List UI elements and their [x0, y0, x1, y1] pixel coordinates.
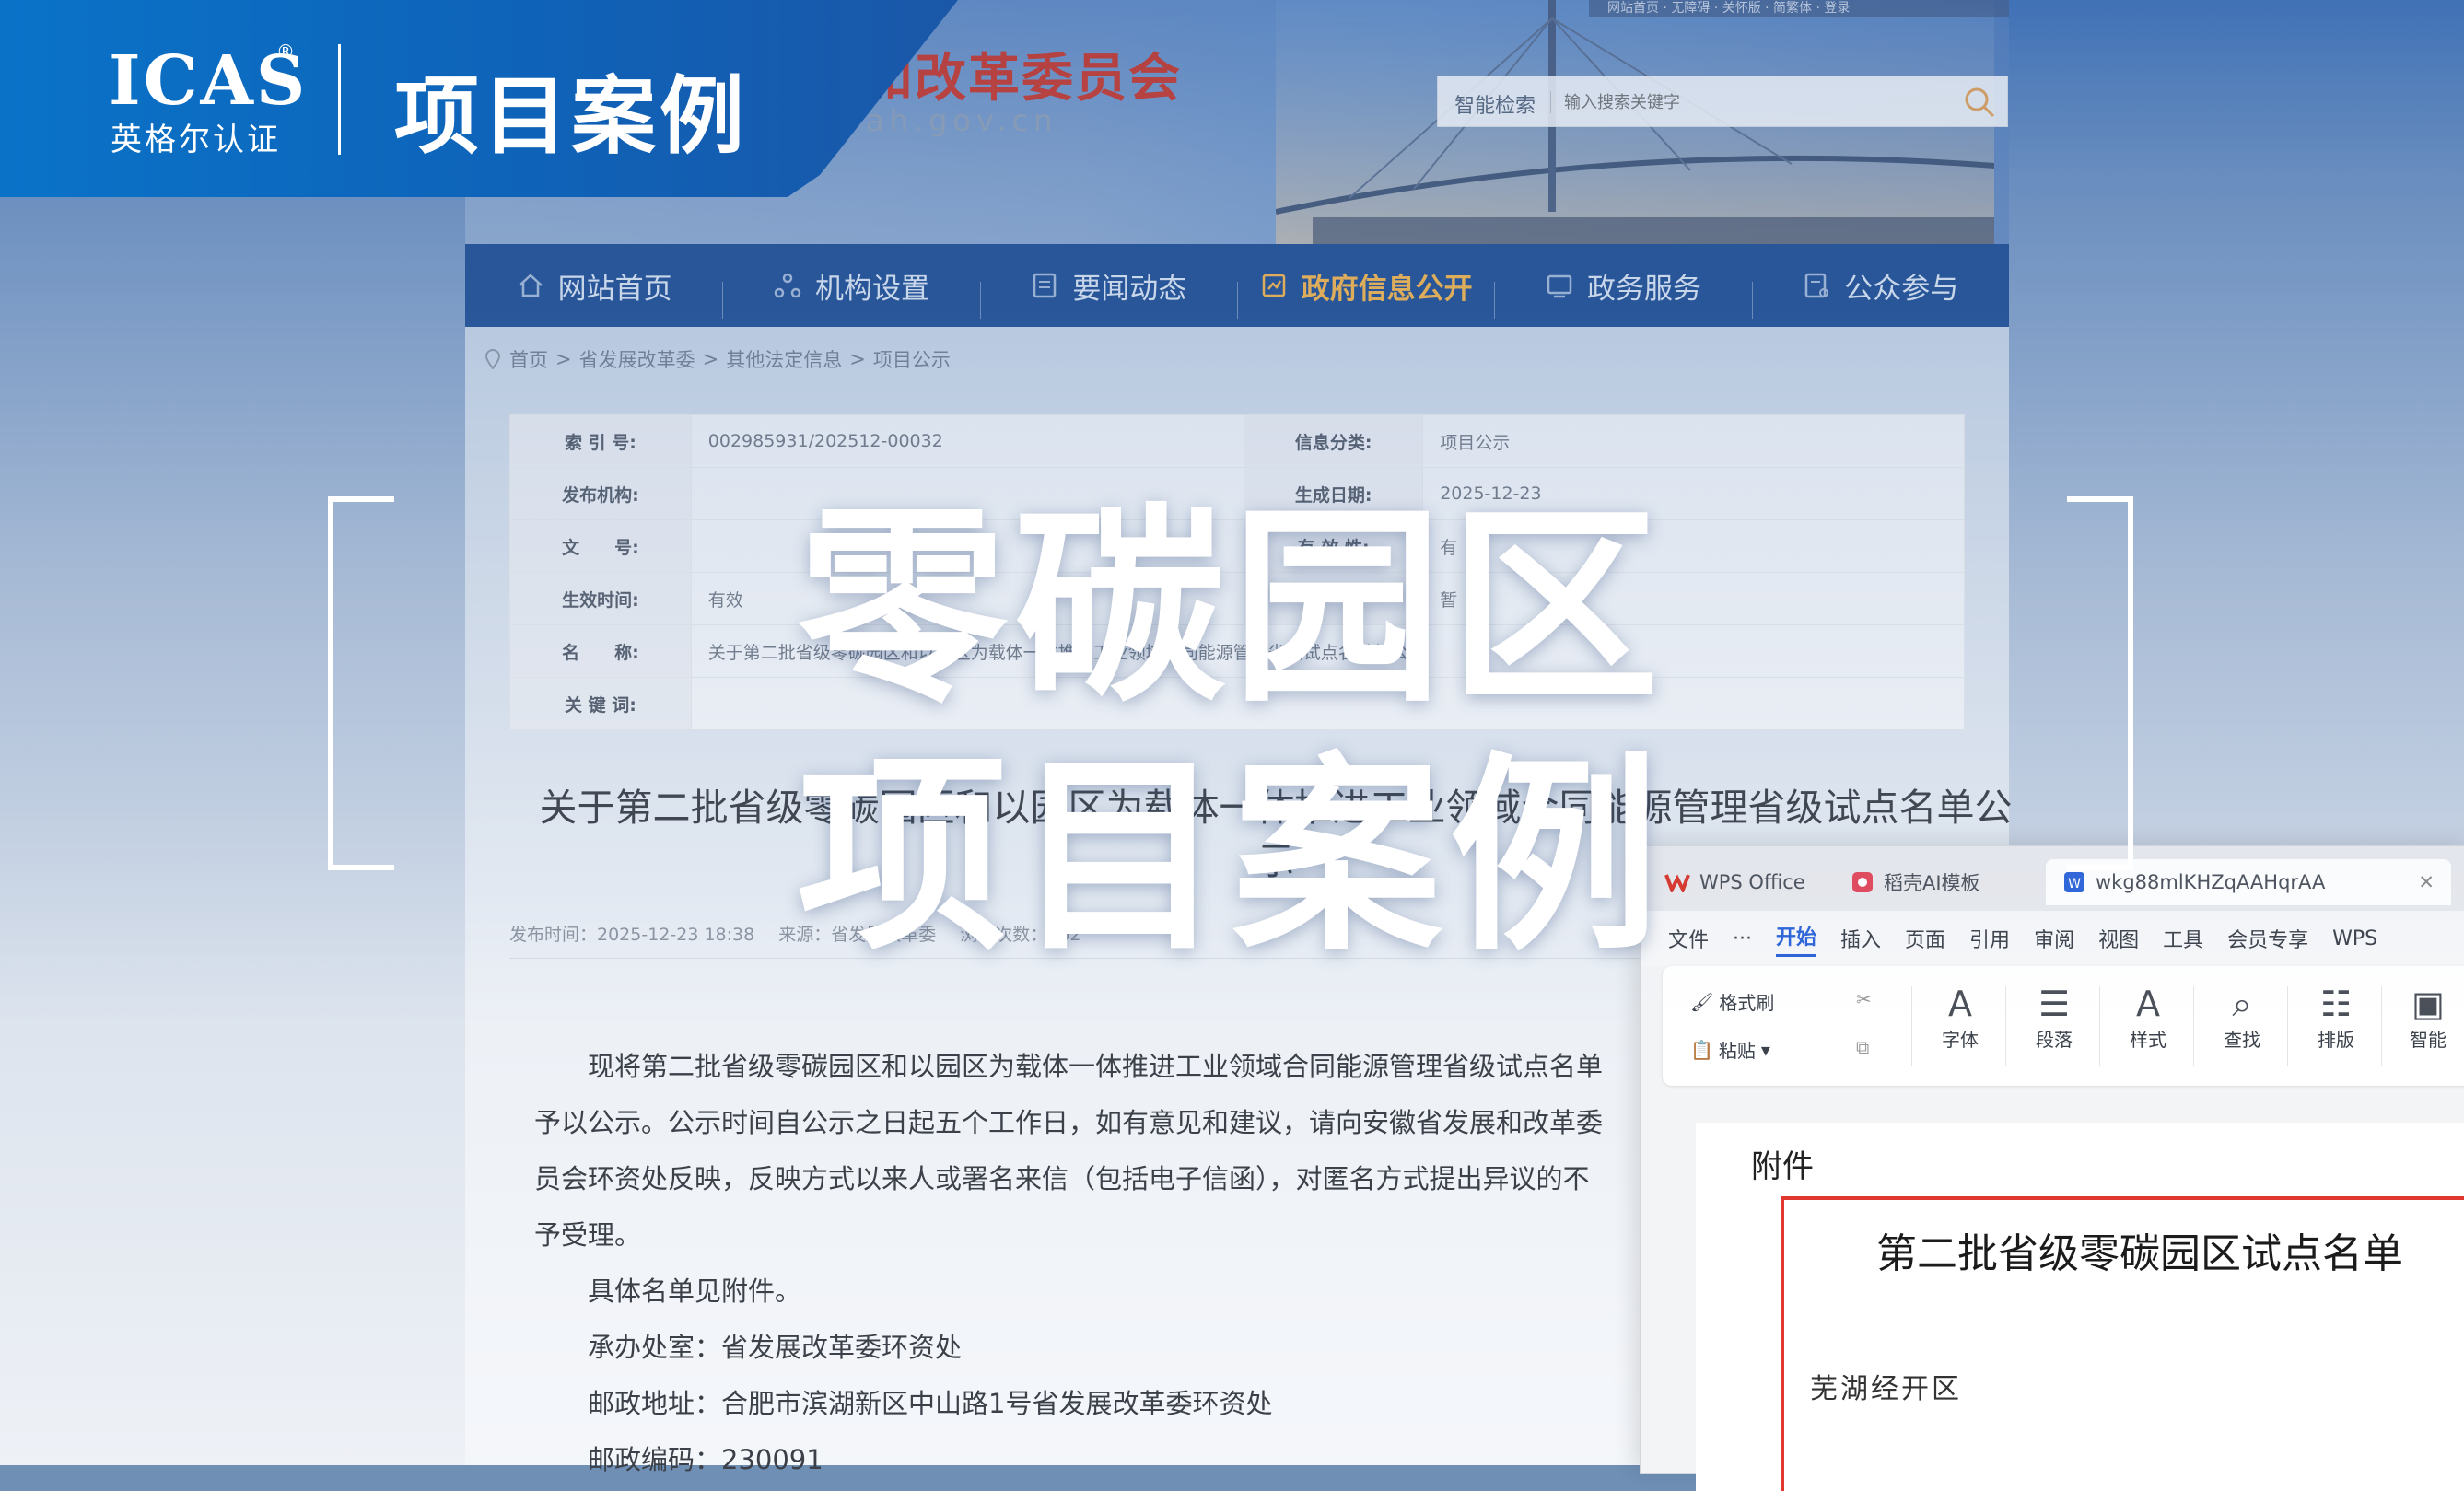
chevron-down-icon: ▾ — [1760, 1038, 1770, 1061]
font-button[interactable]: A 字体 — [1928, 983, 1992, 1052]
table-row: 索 引 号: 002985931/202512-00032 信息分类: 项目公示 — [509, 414, 1965, 468]
smart-doc-icon: ▣ — [2411, 984, 2445, 1024]
breadcrumb-sep: > — [702, 348, 719, 370]
site-domain: ah.gov.cn — [866, 103, 1058, 138]
paragraph-button[interactable]: ☰ 段落 — [2022, 983, 2086, 1052]
top-links-strip[interactable]: 网站首页 · 无障碍 · 关怀版 · 简繁体 · 登录 — [1589, 0, 2009, 17]
main-nav: 网站首页 机构设置 要闻动态 政府信息公开 政务服务 公众参与 — [465, 244, 2009, 327]
button-label: 段落 — [2036, 1029, 2073, 1051]
paragraph: 现将第二批省级零碳园区和以园区为载体一体推进工业领域合同能源管理省级试点名单予以… — [534, 1051, 1604, 1251]
meta-key: 索 引 号: — [509, 414, 692, 468]
nav-label: 机构设置 — [814, 272, 929, 306]
cut-icon[interactable]: ✂ — [1856, 988, 1872, 1010]
ribbon-divider — [2287, 986, 2288, 1066]
hero-title-line1: 零碳园区 — [797, 485, 1667, 730]
wps-ribbon: 🖌 格式刷 📋 粘贴 ▾ ✂ ⧉ A 字体 ☰ 段落 A 样式 ⌕ 查找 ☷ 排… — [1663, 966, 2464, 1086]
location-pin-icon — [485, 349, 501, 369]
info-open-icon — [1262, 274, 1285, 297]
nav-item-participate[interactable]: 公众参与 — [1751, 265, 2009, 319]
copy-icon[interactable]: ⧉ — [1856, 1036, 1869, 1058]
ribbon-divider — [2005, 986, 2006, 1066]
nav-label: 政务服务 — [1586, 272, 1701, 306]
nav-item-news[interactable]: 要闻动态 — [979, 265, 1237, 319]
meta-value: 002985931/202512-00032 — [690, 414, 1245, 468]
nav-item-service[interactable]: 政务服务 — [1494, 265, 1751, 319]
breadcrumb-item[interactable]: 省发展改革委 — [579, 345, 695, 373]
news-icon — [1033, 273, 1057, 298]
pilot-list-title: 第二批省级零碳园区试点名单 — [1876, 1230, 2403, 1277]
breadcrumb-item[interactable]: 其他法定信息 — [726, 345, 842, 373]
ribbon-divider — [2381, 986, 2382, 1066]
meta-key: 信息分类: — [1244, 414, 1424, 468]
banner-divider — [338, 44, 341, 155]
search-box[interactable]: 智能检索 — [1437, 76, 2008, 127]
search-input[interactable] — [1562, 82, 1962, 122]
breadcrumb-current[interactable]: 项目公示 — [873, 345, 951, 373]
service-icon — [1547, 274, 1572, 298]
ribbon-divider — [2099, 986, 2100, 1066]
document-page[interactable]: 附件 第二批省级零碳园区试点名单 芜湖经开区 — [1696, 1123, 2464, 1491]
style-button[interactable]: A 样式 — [2116, 983, 2180, 1052]
breadcrumb-sep: > — [555, 348, 572, 370]
button-label: 粘贴 — [1718, 1040, 1756, 1062]
paragraph: 邮政地址：合肥市滨湖新区中山路1号省发展改革委环资处 — [588, 1388, 1273, 1419]
pilot-list-item: 芜湖经开区 — [1810, 1373, 1962, 1405]
search-label: 智能检索 — [1454, 95, 1536, 118]
smart-button[interactable]: ▣ 智能 — [2396, 983, 2460, 1052]
meta-value: 项目公示 — [1422, 414, 1965, 468]
breadcrumb-home[interactable]: 首页 — [509, 345, 548, 373]
layout-icon: ☷ — [2319, 984, 2353, 1024]
format-painter-button[interactable]: 🖌 格式刷 — [1690, 988, 1774, 1015]
nav-label: 网站首页 — [557, 272, 672, 306]
paragraph-icon: ☰ — [2038, 984, 2071, 1024]
ribbon-divider — [2193, 986, 2194, 1066]
article-body: 现将第二批省级零碳园区和以园区为载体一体推进工业领域合同能源管理省级试点名单予以… — [534, 1039, 1607, 1488]
button-label: 排版 — [2318, 1029, 2354, 1051]
nav-item-org[interactable]: 机构设置 — [722, 265, 979, 319]
participate-icon — [1805, 273, 1829, 298]
layout-button[interactable]: ☷ 排版 — [2304, 983, 2368, 1052]
paste-button[interactable]: 📋 粘贴 ▾ — [1690, 1036, 1770, 1063]
button-label: 样式 — [2130, 1029, 2166, 1051]
logo-subtitle: 英格尔认证 — [111, 122, 281, 158]
search-icon: ⌕ — [2232, 984, 2252, 1024]
org-icon — [774, 273, 801, 298]
nav-item-info-open[interactable]: 政府信息公开 — [1236, 265, 1494, 319]
nav-label: 公众参与 — [1844, 272, 1959, 306]
button-label: 查找 — [2224, 1029, 2260, 1051]
paste-icon: 📋 — [1690, 1038, 1713, 1061]
registered-mark: ® — [276, 41, 295, 63]
paragraph: 邮政编码：230091 — [588, 1444, 823, 1475]
button-label: 字体 — [1942, 1029, 1979, 1051]
hero-title-line2: 项目案例 — [797, 734, 1667, 979]
paragraph: 具体名单见附件。 — [588, 1276, 802, 1307]
paragraph: 承办处室：省发展改革委环资处 — [588, 1332, 963, 1363]
home-icon — [518, 274, 543, 297]
button-label: 格式刷 — [1719, 992, 1775, 1014]
ribbon-divider — [1911, 986, 1912, 1066]
breadcrumb-sep: > — [849, 348, 866, 370]
format-painter-icon: 🖌 — [1690, 990, 1714, 1013]
breadcrumb: 首页 > 省发展改革委 > 其他法定信息 > 项目公示 — [484, 345, 951, 373]
nav-item-home[interactable]: 网站首页 — [465, 265, 722, 307]
brand-banner: ICAS ® 英格尔认证 项目案例 — [0, 0, 958, 197]
search-divider — [1550, 91, 1551, 113]
nav-label: 政府信息公开 — [1301, 272, 1473, 306]
search-icon[interactable] — [1963, 86, 1996, 119]
style-icon: A — [2136, 984, 2160, 1024]
pilot-list-highlight: 第二批省级零碳园区试点名单 芜湖经开区 — [1781, 1196, 2464, 1491]
nav-label: 要闻动态 — [1072, 272, 1187, 306]
find-button[interactable]: ⌕ 查找 — [2210, 983, 2274, 1052]
attachment-label: 附件 — [1751, 1148, 1814, 1185]
button-label: 智能 — [2410, 1029, 2446, 1051]
banner-title: 项目案例 — [394, 67, 749, 166]
font-icon: A — [1948, 984, 1972, 1024]
